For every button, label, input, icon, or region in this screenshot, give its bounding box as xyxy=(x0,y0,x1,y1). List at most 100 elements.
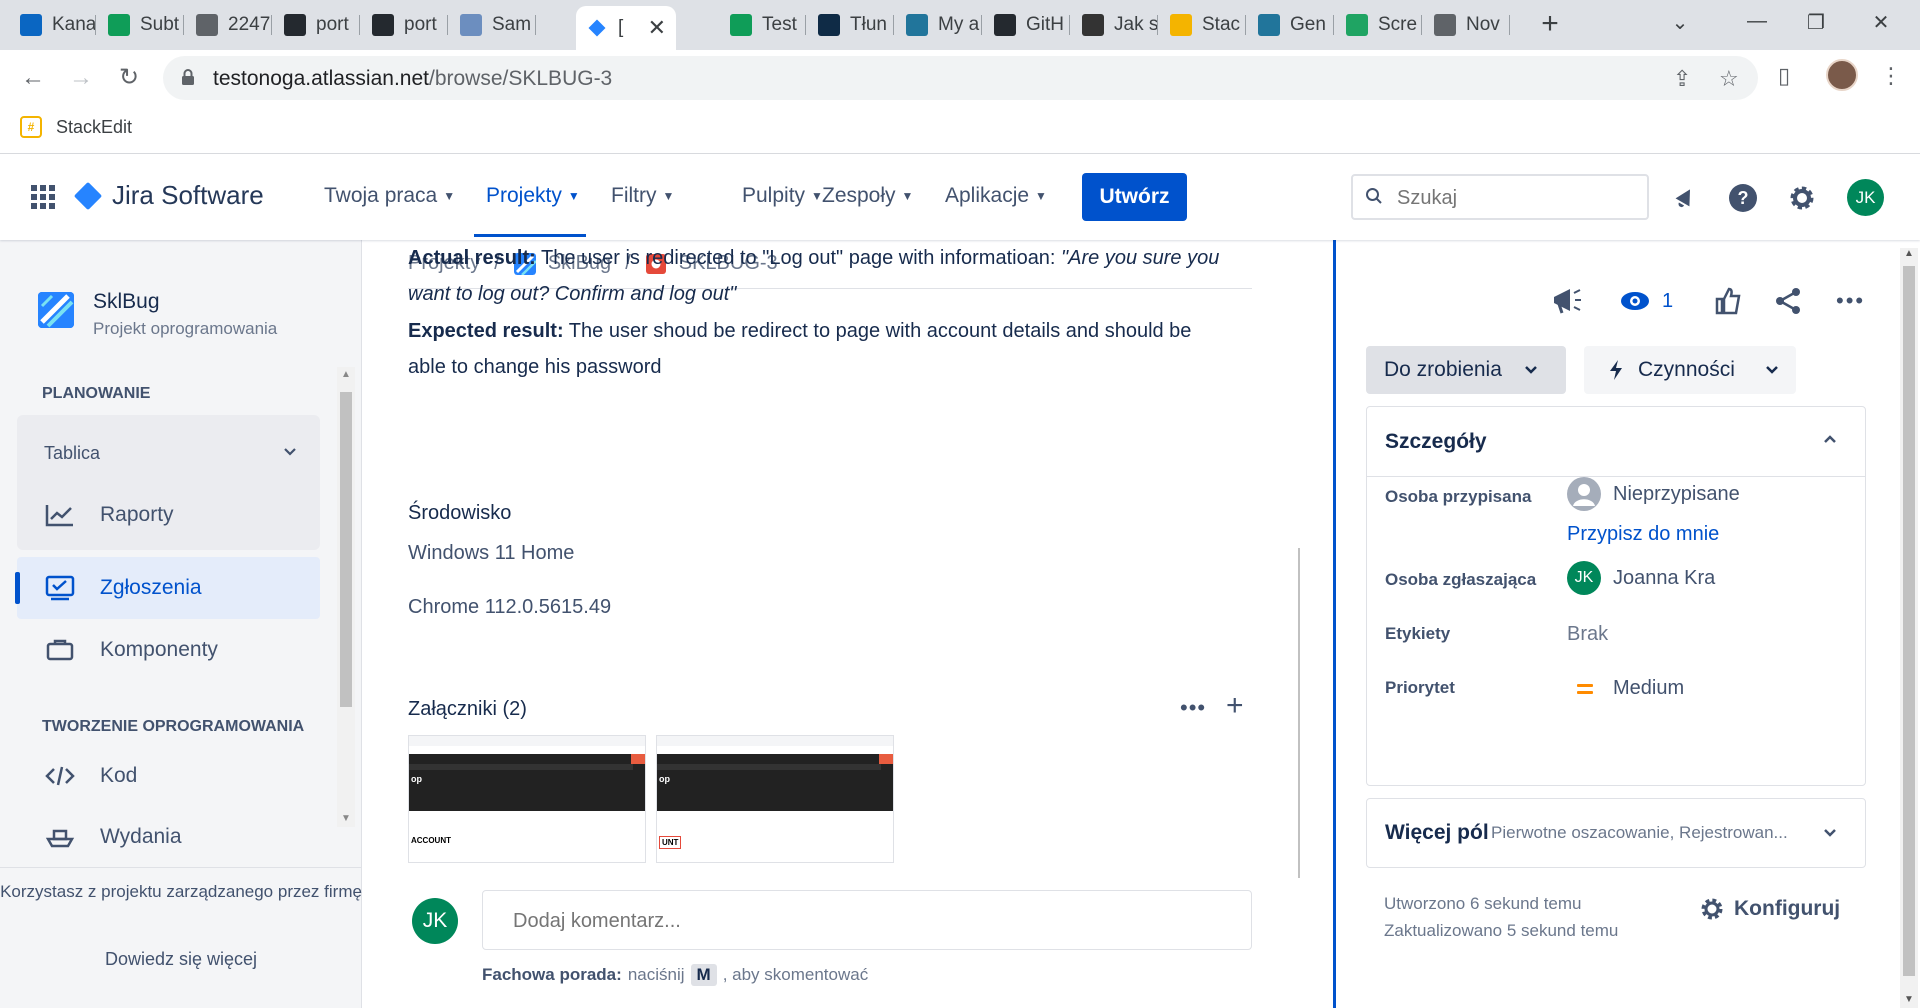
nav-projects[interactable]: Projekty ▼ xyxy=(486,184,580,208)
actions-dropdown[interactable]: Czynności xyxy=(1584,346,1796,394)
browser-tab[interactable]: Test xyxy=(720,8,806,42)
learn-more-link[interactable]: Dowiedz się więcej xyxy=(0,949,362,970)
new-tab-button[interactable]: + xyxy=(1535,8,1565,42)
nav-dashboards[interactable]: Pulpity ▼ xyxy=(742,184,823,208)
attachment-thumbnail[interactable]: op UNT xyxy=(656,735,894,863)
comment-input[interactable] xyxy=(513,907,1213,935)
scroll-up-icon[interactable]: ▲ xyxy=(1904,248,1914,259)
close-tab-icon[interactable]: ✕ xyxy=(648,15,666,41)
browser-tab[interactable]: 2247 xyxy=(186,8,272,42)
chevron-up-icon xyxy=(1824,435,1836,443)
share-icon[interactable] xyxy=(1774,285,1802,317)
more-fields-summary: Pierwotne oszacowanie, Rejestrowan... xyxy=(1491,823,1788,842)
browser-tab[interactable]: Jak s xyxy=(1072,8,1158,42)
browser-tab[interactable]: Subt xyxy=(98,8,184,42)
more-options-icon[interactable]: ••• xyxy=(1180,695,1206,721)
assign-to-me-link[interactable]: Przypisz do mnie xyxy=(1567,523,1719,546)
browser-tab[interactable]: Nov xyxy=(1424,8,1510,42)
nav-your-work[interactable]: Twoja praca ▼ xyxy=(324,184,455,208)
thumbs-up-icon[interactable] xyxy=(1714,285,1742,317)
restore-button[interactable]: ❐ xyxy=(1801,10,1831,35)
linkedin-icon xyxy=(20,14,42,36)
side-panel-icon[interactable]: ▯ xyxy=(1778,63,1790,89)
nav-apps[interactable]: Aplikacje ▼ xyxy=(945,184,1047,208)
browser-tab[interactable]: GitH xyxy=(984,8,1070,42)
tab-title: [ xyxy=(618,17,624,38)
reporter-field[interactable]: JK Joanna Kra xyxy=(1567,561,1715,595)
browser-profile-avatar[interactable] xyxy=(1826,59,1858,91)
browser-tab[interactable]: Stac xyxy=(1160,8,1246,42)
comment-box[interactable] xyxy=(482,890,1252,950)
browser-tab[interactable]: [✕ xyxy=(576,6,676,50)
sidebar-item-reports[interactable]: Raporty xyxy=(17,484,320,546)
sidebar-item-releases[interactable]: Wydania xyxy=(17,806,320,868)
browser-tab[interactable]: port xyxy=(362,8,448,42)
panel-scrollbar[interactable]: ▲ ▼ xyxy=(1900,248,1918,1008)
sidebar-scrollbar[interactable]: ▲ ▼ xyxy=(337,367,355,827)
watchers-button[interactable]: 1 xyxy=(1620,285,1673,317)
status-dropdown[interactable]: Do zrobienia xyxy=(1366,346,1566,394)
attachment-logo: op xyxy=(659,774,670,784)
chevron-down-icon[interactable] xyxy=(282,444,298,460)
nav-filters[interactable]: Filtry ▼ xyxy=(611,184,674,208)
releases-ship-icon xyxy=(44,823,76,851)
scrollbar-thumb[interactable] xyxy=(340,392,352,707)
create-button[interactable]: Utwórz xyxy=(1082,173,1187,221)
scroll-down-icon[interactable]: ▼ xyxy=(341,813,351,824)
sidebar-item-board[interactable]: Tablica xyxy=(44,443,100,464)
browser-tab[interactable]: My a xyxy=(896,8,982,42)
stackedit-icon: # xyxy=(20,116,42,138)
more-actions-icon[interactable]: ••• xyxy=(1836,285,1865,317)
share-icon[interactable]: ⇪ xyxy=(1673,66,1691,92)
search-box[interactable] xyxy=(1351,174,1649,220)
tab-search-icon[interactable]: ⌄ xyxy=(1665,10,1695,35)
browser-menu-icon[interactable]: ⋮ xyxy=(1880,63,1902,89)
minimize-button[interactable]: — xyxy=(1742,10,1772,33)
attachment-thumbnail[interactable]: op ACCOUNT xyxy=(408,735,646,863)
settings-gear-icon[interactable] xyxy=(1787,183,1817,213)
back-button[interactable]: ← xyxy=(18,63,48,93)
tab-title: Nov xyxy=(1466,14,1500,35)
user-avatar[interactable]: JK xyxy=(1847,179,1884,216)
assignee-field[interactable]: Nieprzypisane xyxy=(1567,477,1740,511)
browser-toolbar: ← → ↻ testonoga.atlassian.net/browse/SKL… xyxy=(0,50,1920,106)
feedback-megaphone-icon[interactable] xyxy=(1550,285,1584,317)
panel-resize-handle[interactable] xyxy=(1333,240,1336,1008)
sidebar-item-issues[interactable]: Zgłoszenia xyxy=(15,557,320,619)
more-fields-card[interactable]: Więcej pól Pierwotne oszacowanie, Rejest… xyxy=(1366,798,1866,868)
labels-value[interactable]: Brak xyxy=(1567,623,1608,646)
add-attachment-icon[interactable]: + xyxy=(1226,689,1244,723)
jira-logo[interactable]: Jira Software xyxy=(73,180,264,211)
bookmark-star-icon[interactable]: ☆ xyxy=(1719,66,1739,92)
expected-result-paragraph: Expected result: The user shoud be redir… xyxy=(408,313,1228,385)
nav-teams[interactable]: Zespoły ▼ xyxy=(822,184,913,208)
scroll-down-icon[interactable]: ▼ xyxy=(1904,994,1914,1005)
reload-button[interactable]: ↻ xyxy=(114,63,144,93)
comment-avatar: JK xyxy=(412,898,458,944)
browser-tab[interactable]: Kana xyxy=(10,8,96,42)
close-window-button[interactable]: ✕ xyxy=(1866,10,1896,35)
forward-button[interactable]: → xyxy=(66,63,96,93)
details-header[interactable]: Szczegóły xyxy=(1367,407,1865,477)
scrollbar-thumb[interactable] xyxy=(1903,266,1915,976)
browser-tab[interactable]: Sam xyxy=(450,8,536,42)
chevron-down-icon xyxy=(1765,366,1778,374)
unassigned-avatar-icon xyxy=(1567,477,1601,511)
help-icon[interactable]: ? xyxy=(1728,183,1758,213)
sidebar-item-code[interactable]: Kod xyxy=(17,745,320,807)
browser-tab[interactable]: Tłun xyxy=(808,8,894,42)
address-bar[interactable]: testonoga.atlassian.net/browse/SKLBUG-3 … xyxy=(163,56,1758,100)
scroll-up-icon[interactable]: ▲ xyxy=(341,369,351,380)
configure-button[interactable]: Konfiguruj xyxy=(1698,895,1840,923)
browser-tab[interactable]: Gen xyxy=(1248,8,1334,42)
app-switcher-icon[interactable] xyxy=(31,185,55,209)
priority-field[interactable]: Medium xyxy=(1567,677,1684,700)
browser-tab[interactable]: Scre xyxy=(1336,8,1422,42)
components-icon xyxy=(44,636,76,664)
product-name: Jira Software xyxy=(112,180,264,210)
search-input[interactable] xyxy=(1397,185,1637,211)
browser-tab[interactable]: port xyxy=(274,8,360,42)
bookmark-stackedit[interactable]: # StackEdit xyxy=(20,116,132,138)
sidebar-item-components[interactable]: Komponenty xyxy=(17,619,320,681)
notifications-icon[interactable] xyxy=(1670,183,1700,213)
